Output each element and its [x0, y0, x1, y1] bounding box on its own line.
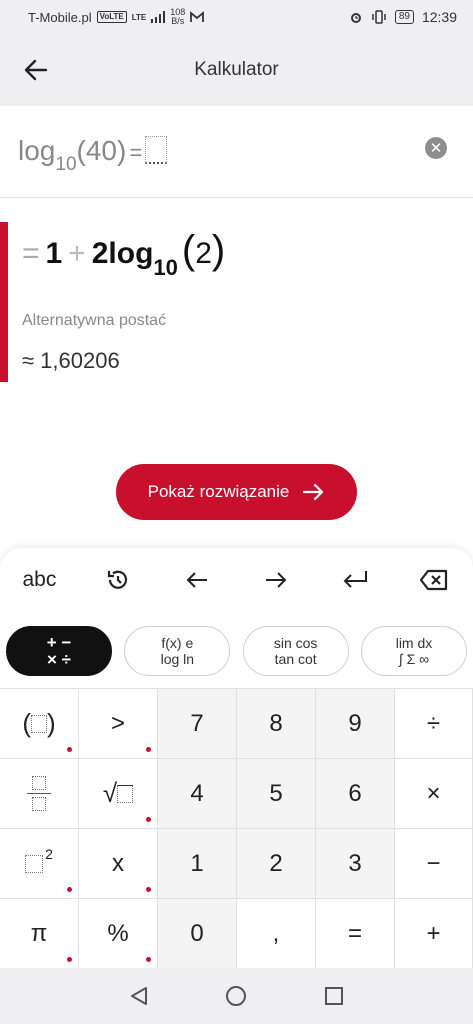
square-key[interactable]: 2 [0, 829, 79, 899]
key-1[interactable]: 1 [158, 829, 237, 899]
page-title: Kalkulator [194, 59, 279, 80]
system-nav-bar [0, 968, 473, 1024]
keyboard-tabs: + − × ÷ f(x) e log ln sin cos tan cot li… [6, 626, 467, 676]
tab-calculus[interactable]: lim dx ∫ Σ ∞ [360, 626, 467, 676]
result-accent-bar [0, 222, 8, 382]
key-3[interactable]: 3 [316, 829, 395, 899]
plus-key[interactable]: + [395, 899, 473, 969]
battery-icon: 89 [394, 10, 414, 24]
lte-indicator: LTE [131, 12, 147, 22]
arrow-right-icon [265, 572, 287, 588]
show-solution-button[interactable]: Pokaż rozwiązanie [116, 464, 357, 520]
network-speed: 108 B/s [170, 7, 186, 26]
log-base: 10 [55, 154, 77, 175]
clear-button[interactable]: ✕ [425, 137, 447, 159]
parentheses-key[interactable]: () [0, 689, 79, 759]
x-variable-key[interactable]: x [79, 829, 158, 899]
key-9[interactable]: 9 [316, 689, 395, 759]
result-card: = 1 + 2log 10 ( 2 ) Alternatywna postać … [0, 222, 473, 382]
close-icon: ✕ [429, 139, 443, 157]
fraction-key[interactable] [0, 759, 79, 829]
key-8[interactable]: 8 [237, 689, 316, 759]
status-bar: T-Mobile.pl VoLTE LTE 108 B/s 89 12:39 [0, 0, 473, 34]
cursor-left-button[interactable] [167, 560, 227, 600]
multiply-key[interactable]: × [395, 759, 473, 829]
expression-input[interactable]: log 10 (40) = ✕ [0, 110, 473, 198]
equals-sign: = [129, 140, 143, 165]
approximate-value: ≈ 1,60206 [22, 348, 120, 373]
pi-key[interactable]: π [0, 899, 79, 969]
comma-key[interactable]: , [237, 899, 316, 969]
greater-than-key[interactable]: > [79, 689, 158, 759]
log-function: log [18, 135, 56, 166]
minus-key[interactable]: − [395, 829, 473, 899]
show-solution-label: Pokaż rozwiązanie [147, 482, 290, 501]
clock: 12:39 [421, 9, 457, 25]
key-grid: () > 7 8 9 ÷ √ 4 5 6 × 2 x 1 2 3 − π % 0… [0, 688, 473, 969]
keyboard-toolbar: abc [0, 558, 473, 602]
alarm-icon [350, 13, 361, 23]
square-recents-icon [325, 987, 344, 1005]
nav-home-button[interactable] [221, 981, 251, 1011]
nav-recents-button[interactable] [319, 981, 349, 1011]
signal-icon [151, 11, 166, 23]
log-argument: (40) [76, 135, 127, 166]
vibrate-icon [372, 10, 386, 24]
abc-button[interactable]: abc [9, 560, 69, 600]
back-button[interactable] [22, 56, 50, 84]
backspace-icon [419, 569, 447, 591]
key-0[interactable]: 0 [158, 899, 237, 969]
carrier-name: T-Mobile.pl [28, 9, 92, 25]
nav-back-button[interactable] [124, 981, 154, 1011]
volte-badge: VoLTE [96, 11, 127, 23]
tab-basic[interactable]: + − × ÷ [6, 626, 112, 676]
app-bar: Kalkulator [0, 34, 473, 106]
alternative-form-label: Alternatywna postać [22, 312, 167, 329]
expression-display: log 10 (40) = [18, 132, 168, 175]
key-2[interactable]: 2 [237, 829, 316, 899]
circle-home-icon [226, 986, 247, 1006]
percent-key[interactable]: % [79, 899, 158, 969]
key-5[interactable]: 5 [237, 759, 316, 829]
cursor-placeholder[interactable] [145, 136, 168, 164]
result-expression: = 1 + 2log 10 ( 2 ) [22, 228, 226, 280]
arrow-left-icon [24, 59, 48, 81]
history-icon [108, 570, 128, 589]
cursor-right-button[interactable] [246, 560, 306, 600]
mail-icon [190, 11, 205, 22]
key-6[interactable]: 6 [316, 759, 395, 829]
enter-button[interactable] [325, 560, 385, 600]
tab-trigonometry[interactable]: sin cos tan cot [242, 626, 349, 676]
tab-functions[interactable]: f(x) e log ln [124, 626, 231, 676]
key-7[interactable]: 7 [158, 689, 237, 759]
square-root-key[interactable]: √ [79, 759, 158, 829]
arrow-left-icon [186, 572, 208, 588]
math-keyboard: abc + − × ÷ f(x) e log ln sin cos tan co… [0, 548, 473, 969]
history-button[interactable] [88, 560, 148, 600]
triangle-back-icon [130, 987, 147, 1005]
enter-icon [343, 571, 367, 588]
divide-key[interactable]: ÷ [395, 689, 473, 759]
arrow-right-icon [303, 483, 324, 501]
key-4[interactable]: 4 [158, 759, 237, 829]
equals-key[interactable]: = [316, 899, 395, 969]
backspace-button[interactable] [404, 560, 464, 600]
